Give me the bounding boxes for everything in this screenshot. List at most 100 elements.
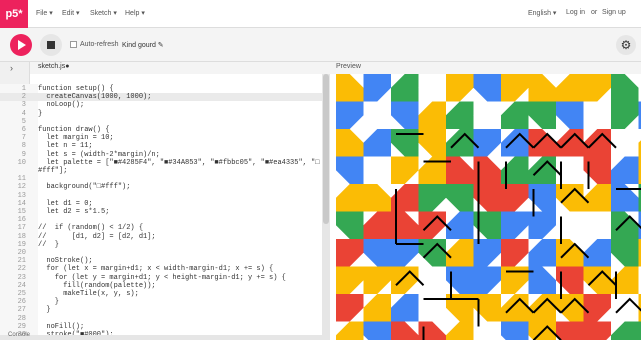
pattern-tile <box>446 239 474 267</box>
menu-file[interactable]: File ▾ <box>36 9 53 17</box>
pattern-tile <box>473 74 501 102</box>
pattern-tile <box>336 294 364 322</box>
code-line: } <box>38 298 60 307</box>
pattern-tile <box>363 266 391 294</box>
pattern-tile <box>556 74 584 102</box>
code-line: noLoop(); <box>38 101 85 110</box>
pattern-tile <box>336 156 364 184</box>
console-bar[interactable]: Console <box>0 332 330 340</box>
pattern-tile <box>583 211 611 239</box>
pattern-tile <box>501 129 529 157</box>
line-number: 4 <box>21 109 26 118</box>
code-line: let d2 = s*1.5; <box>38 208 110 216</box>
line-number: 16 <box>17 216 26 225</box>
signup-link[interactable]: Sign up <box>602 9 626 16</box>
pattern-tile <box>528 156 556 184</box>
pattern-tile <box>611 101 639 129</box>
pattern-tile <box>418 184 446 212</box>
pattern-tile <box>583 101 611 129</box>
pattern-tile <box>611 129 639 157</box>
pattern-tile <box>336 74 364 102</box>
gear-icon[interactable]: ⚙ <box>616 35 636 55</box>
line-number: 12 <box>17 183 26 192</box>
pattern-tile <box>583 239 611 267</box>
code-line: let d1 = 0; <box>38 199 93 208</box>
line-number: 25 <box>17 290 26 298</box>
pattern-tile <box>528 129 556 157</box>
line-number: 28 <box>17 314 26 323</box>
code-line: function setup() { <box>38 85 114 93</box>
pattern-tile <box>556 321 584 340</box>
pattern-tile <box>501 211 529 239</box>
pattern-tile <box>611 321 639 340</box>
code-line: for (let y = margin+d1; y < height-margi… <box>38 273 286 282</box>
code-line: for (let x = margin+d1; x < width-margin… <box>38 265 274 274</box>
pattern-tile <box>473 101 501 129</box>
line-number: 29 <box>17 322 26 331</box>
chevron-right-icon[interactable]: › <box>10 63 13 73</box>
code-line: let margin = 10; <box>38 134 114 143</box>
pattern-tile <box>391 321 419 340</box>
pattern-tile <box>418 74 446 102</box>
pattern-tile <box>611 239 639 267</box>
file-tab[interactable]: sketch.js● <box>38 63 69 70</box>
pattern-tile <box>363 321 391 340</box>
code-line: // [d1, d2] = [d2, d1]; <box>38 232 156 241</box>
pattern-tile <box>336 266 364 294</box>
pattern-tile <box>556 129 584 157</box>
pattern-tile <box>446 184 474 212</box>
pattern-tile <box>336 211 364 239</box>
pattern-tile <box>501 74 529 102</box>
pattern-tile <box>583 266 611 294</box>
pattern-tile <box>391 294 419 322</box>
line-number: 8 <box>21 142 26 151</box>
line-number: 10 <box>17 158 26 167</box>
pattern-tile <box>501 101 529 129</box>
pattern-tile <box>528 239 556 267</box>
pattern-tile <box>446 211 474 239</box>
editor-tabs <box>0 62 641 74</box>
p5-logo[interactable]: p5* <box>0 0 28 28</box>
line-number: 18 <box>17 232 26 241</box>
code-line: noStroke(); <box>38 257 93 266</box>
pattern-tile <box>446 74 474 102</box>
login-link[interactable]: Log in <box>566 9 585 16</box>
sketch-output <box>336 74 641 340</box>
line-number: 5 <box>21 117 26 126</box>
code-line: #fff"]; <box>38 167 68 175</box>
menu-sketch[interactable]: Sketch ▾ <box>90 9 117 17</box>
pattern-tile <box>501 239 529 267</box>
pattern-tile <box>363 239 391 267</box>
line-number: 24 <box>17 281 26 290</box>
sketch-name[interactable]: Kind gourd ✎ <box>122 41 164 49</box>
pattern-tile <box>583 74 611 102</box>
code-line: createCanvas(1000, 1000); <box>38 93 152 102</box>
editor-scroll-thumb[interactable] <box>323 74 329 224</box>
pattern-tile <box>418 101 446 129</box>
pattern-tile <box>501 294 529 322</box>
line-number: 9 <box>21 150 26 159</box>
code-line: } <box>38 109 43 118</box>
auto-refresh-label: Auto-refresh <box>80 41 119 48</box>
pattern-tile <box>363 129 391 157</box>
pattern-tile <box>391 266 419 294</box>
play-button[interactable] <box>10 34 32 56</box>
pattern-tile <box>336 239 364 267</box>
menu-help[interactable]: Help ▾ <box>125 9 145 17</box>
code-line: function draw() { <box>38 126 110 134</box>
code-line: makeTile(x, y, s); <box>38 290 139 298</box>
line-number: 15 <box>17 208 26 216</box>
language-select[interactable]: English ▾ <box>528 9 556 17</box>
stop-button[interactable] <box>40 34 62 56</box>
pattern-tile <box>528 101 556 129</box>
pattern-tile <box>583 129 611 157</box>
code-line: // if (random() < 1/2) { <box>38 224 144 233</box>
pattern-tile <box>501 321 529 340</box>
pattern-tile <box>611 211 639 239</box>
pattern-tile <box>583 294 611 322</box>
auto-refresh-checkbox[interactable] <box>70 41 77 48</box>
line-number: 13 <box>17 191 26 200</box>
menu-edit[interactable]: Edit ▾ <box>62 9 80 17</box>
pattern-tile <box>446 321 474 340</box>
pattern-tile <box>363 74 391 102</box>
